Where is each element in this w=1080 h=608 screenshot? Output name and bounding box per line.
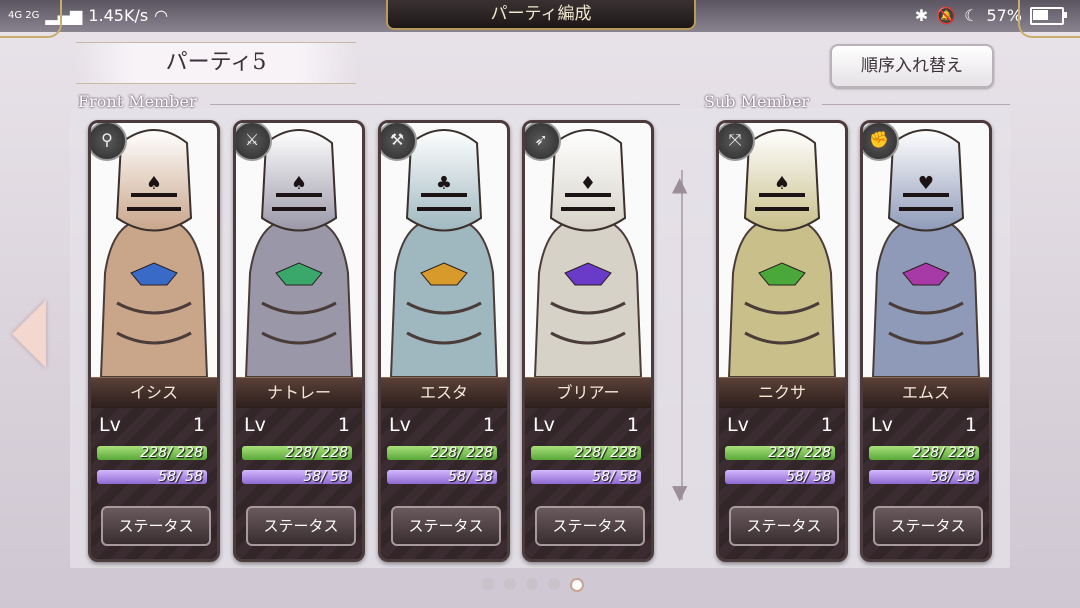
screen-title: パーティ編成 [386,0,696,30]
page-dot[interactable] [526,578,538,590]
character-name: エムス [863,377,989,409]
status-button[interactable]: ステータス [391,506,501,546]
hp-bar: 228/ 228 [97,446,207,460]
moon-icon: ☾ [964,6,979,25]
sub-divider [822,104,1010,105]
mp-bar: 58/ 58 [725,470,835,484]
mp-bar: 58/ 58 [531,470,641,484]
level-label: Lv [871,414,893,436]
page-dot[interactable] [570,578,584,592]
mp-bar: 58/ 58 [869,470,979,484]
front-sub-divider [681,170,683,500]
member-card[interactable]: ♠ ⤧ ニクサ Lv 1 228/ 228 58/ 58 ステータス [716,120,848,562]
member-card[interactable]: ♠ ⚔ ナトレー Lv 1 228/ 228 58/ 58 ステータス [233,120,365,562]
svg-text:♠: ♠ [146,173,162,194]
svg-text:♠: ♠ [291,173,307,194]
frame-corner-right [1018,0,1080,38]
character-portrait[interactable]: ♥ [863,123,989,377]
stats-panel: Lv 1 228/ 228 58/ 58 ステータス [236,408,362,559]
level-row: Lv 1 [727,414,837,436]
level-label: Lv [727,414,749,436]
level-row: Lv 1 [244,414,354,436]
page-indicator [482,578,584,592]
level-value: 1 [820,414,833,436]
character-name: ニクサ [719,377,845,409]
svg-text:♥: ♥ [918,173,934,194]
status-button[interactable]: ステータス [101,506,211,546]
status-button[interactable]: ステータス [246,506,356,546]
level-label: Lv [244,414,266,436]
status-button[interactable]: ステータス [873,506,983,546]
character-portrait[interactable]: ♠ [236,123,362,377]
status-button[interactable]: ステータス [535,506,645,546]
fist-icon: ✊ [863,123,899,161]
level-value: 1 [964,414,977,436]
level-row: Lv 1 [389,414,499,436]
frame-corner-left [0,0,62,38]
level-label: Lv [533,414,555,436]
page-dot[interactable] [548,578,560,590]
sub-member-label: Sub Member [704,92,809,111]
previous-party-arrow-icon[interactable] [12,300,46,368]
front-divider [210,104,680,105]
mp-bar: 58/ 58 [97,470,207,484]
mp-bar: 58/ 58 [387,470,497,484]
character-name: ブリアー [525,377,651,409]
hp-bar: 228/ 228 [869,446,979,460]
character-portrait[interactable]: ♦ [525,123,651,377]
level-label: Lv [389,414,411,436]
stats-panel: Lv 1 228/ 228 58/ 58 ステータス [719,408,845,559]
member-card[interactable]: ♣ ⚒ エスタ Lv 1 228/ 228 58/ 58 ステータス [378,120,510,562]
level-row: Lv 1 [871,414,981,436]
member-card[interactable]: ♦ ➶ ブリアー Lv 1 228/ 228 58/ 58 ステータス [522,120,654,562]
hp-bar: 228/ 228 [387,446,497,460]
level-value: 1 [482,414,495,436]
svg-text:♣: ♣ [436,173,452,194]
level-row: Lv 1 [533,414,643,436]
character-portrait[interactable]: ♠ [91,123,217,377]
level-value: 1 [337,414,350,436]
character-name: エスタ [381,377,507,409]
page-dot[interactable] [504,578,516,590]
hp-bar: 228/ 228 [531,446,641,460]
member-card[interactable]: ♥ ✊ エムス Lv 1 228/ 228 58/ 58 ステータス [860,120,992,562]
hp-bar: 228/ 228 [242,446,352,460]
svg-text:♦: ♦ [580,173,596,194]
character-portrait[interactable]: ♠ [719,123,845,377]
front-member-label: Front Member [78,92,197,111]
axe-icon: ⚒ [381,123,417,161]
svg-text:♠: ♠ [774,173,790,194]
stats-panel: Lv 1 228/ 228 58/ 58 ステータス [525,408,651,559]
stats-panel: Lv 1 228/ 228 58/ 58 ステータス [863,408,989,559]
character-portrait[interactable]: ♣ [381,123,507,377]
mp-bar: 58/ 58 [242,470,352,484]
character-name: イシス [91,377,217,409]
level-label: Lv [99,414,121,436]
sword-icon: ⚔ [236,123,272,161]
status-button[interactable]: ステータス [729,506,839,546]
staff-icon: ⚲ [91,123,127,161]
page-dot[interactable] [482,578,494,590]
network-speed: 1.45K/s [88,6,149,25]
bow-icon: ➶ [525,123,561,161]
mute-icon: 🔕 [936,6,957,25]
member-card[interactable]: ♠ ⚲ イシス Lv 1 228/ 228 58/ 58 ステータス [88,120,220,562]
reorder-button[interactable]: 順序入れ替え [830,44,994,88]
level-row: Lv 1 [99,414,209,436]
bluetooth-icon: ✱ [914,6,929,25]
stats-panel: Lv 1 228/ 228 58/ 58 ステータス [381,408,507,559]
swap-up-arrow-icon: ▲ [672,172,688,196]
battery-percent: 57% [986,6,1022,25]
swap-down-arrow-icon: ▼ [672,480,688,504]
hp-bar: 228/ 228 [725,446,835,460]
wifi-icon: ◠ [154,6,169,25]
character-name: ナトレー [236,377,362,409]
crossbow-icon: ⤧ [719,123,755,161]
level-value: 1 [626,414,639,436]
party-title: パーティ5 [76,42,356,84]
level-value: 1 [192,414,205,436]
stats-panel: Lv 1 228/ 228 58/ 58 ステータス [91,408,217,559]
